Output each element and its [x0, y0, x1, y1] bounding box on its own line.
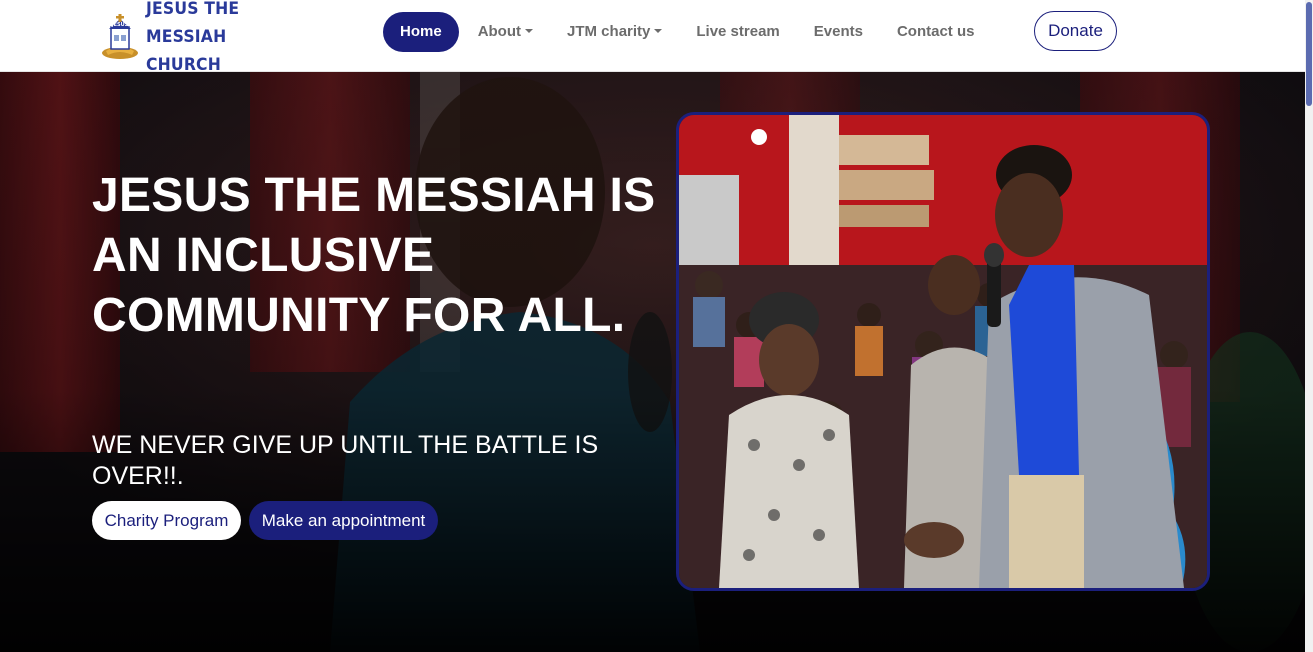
hero-title: JESUS THE MESSIAH IS AN INCLUSIVE COMMUN…	[92, 169, 656, 342]
nav-about[interactable]: About	[461, 12, 550, 52]
prayer-photo-image	[679, 115, 1207, 588]
make-appointment-button[interactable]: Make an appointment	[249, 501, 438, 540]
nav-contact-us-label: Contact us	[896, 23, 975, 40]
main-nav: Home About JTM charity Live stream Event…	[383, 12, 991, 52]
brand-name-line1: JESUS THE MESSIAH	[146, 0, 240, 47]
charity-program-button[interactable]: Charity Program	[92, 501, 241, 540]
nav-live-stream-label: Live stream	[696, 23, 780, 40]
brand-link[interactable]: JESUS JESUS THE MESSIAH CHURCH	[100, 0, 330, 75]
nav-contact-us[interactable]: Contact us	[880, 12, 992, 52]
hero-subtitle: WE NEVER GIVE UP UNTIL THE BATTLE IS OVE…	[92, 431, 599, 490]
chevron-down-icon	[525, 29, 534, 34]
nav-about-label: About	[477, 23, 522, 40]
nav-home-label: Home	[400, 23, 442, 40]
hero-section: JESUS THE MESSIAH IS AN INCLUSIVE COMMUN…	[0, 72, 1305, 652]
chevron-down-icon	[654, 29, 663, 34]
top-navbar: JESUS JESUS THE MESSIAH CHURCH Home Abou…	[0, 0, 1305, 75]
scrollbar-thumb[interactable]	[1306, 2, 1312, 106]
nav-home[interactable]: Home	[383, 12, 459, 52]
svg-text:JESUS: JESUS	[111, 22, 129, 28]
brand-name: JESUS THE MESSIAH CHURCH	[146, 0, 315, 79]
nav-jtm-charity[interactable]: JTM charity	[550, 12, 679, 52]
donate-button[interactable]: Donate	[1034, 11, 1117, 51]
church-logo-icon: JESUS	[100, 13, 140, 61]
nav-events-label: Events	[813, 23, 863, 40]
nav-jtm-charity-label: JTM charity	[567, 23, 651, 40]
nav-live-stream[interactable]: Live stream	[679, 12, 796, 52]
hero-photo	[676, 112, 1210, 591]
page-scrollbar[interactable]	[1305, 0, 1313, 652]
nav-events[interactable]: Events	[797, 12, 880, 52]
